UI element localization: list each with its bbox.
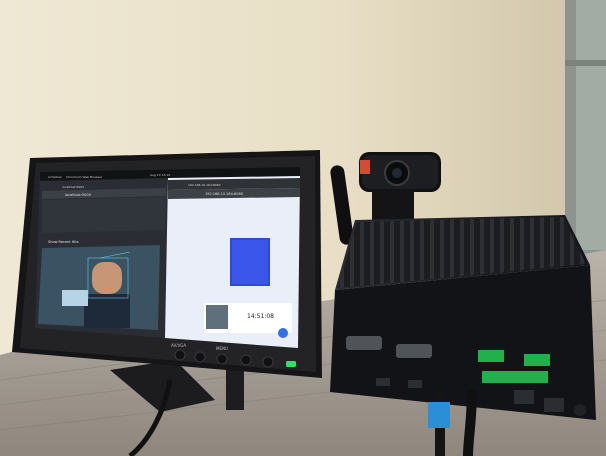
app-label: Chromium Web Browser [66, 175, 103, 179]
green-terminal-2 [524, 354, 550, 366]
green-terminal-3 [482, 371, 548, 383]
left-address: localhost:5000 [65, 193, 91, 197]
recent-hits-label: Show Recent Hits [48, 240, 79, 244]
event-time: 14:51:08 [247, 313, 274, 320]
ethernet-port-2 [544, 398, 564, 412]
photo-scene: 14:51:08 Activities Chromium Web Browser… [0, 0, 606, 456]
left-tab-label: localhost:5000 [62, 185, 84, 189]
power-knob [574, 404, 586, 416]
right-address: 192.168.10.164:8080 [205, 192, 243, 196]
monitor: 14:51:08 Activities Chromium Web Browser… [12, 150, 322, 378]
serial-port-2 [396, 344, 432, 358]
usb-port-2 [408, 380, 422, 388]
btn-label-menu: MENU [216, 346, 228, 351]
activities-label: Activities [48, 175, 62, 179]
ethernet-port-1 [514, 390, 534, 404]
serial-port-1 [346, 336, 382, 350]
chat-fab-icon [278, 328, 288, 338]
btn-label-avvga: AV/VGA [171, 343, 186, 348]
usb-cable-plug [428, 402, 450, 428]
power-led [286, 361, 296, 367]
mini-pc [330, 215, 596, 420]
right-tab-label: 192.168.10.164:8080 [188, 183, 221, 187]
green-terminal-1 [478, 350, 504, 362]
usb-port-1 [376, 378, 390, 386]
clock-label: Aug 14 13:10 [150, 173, 170, 177]
